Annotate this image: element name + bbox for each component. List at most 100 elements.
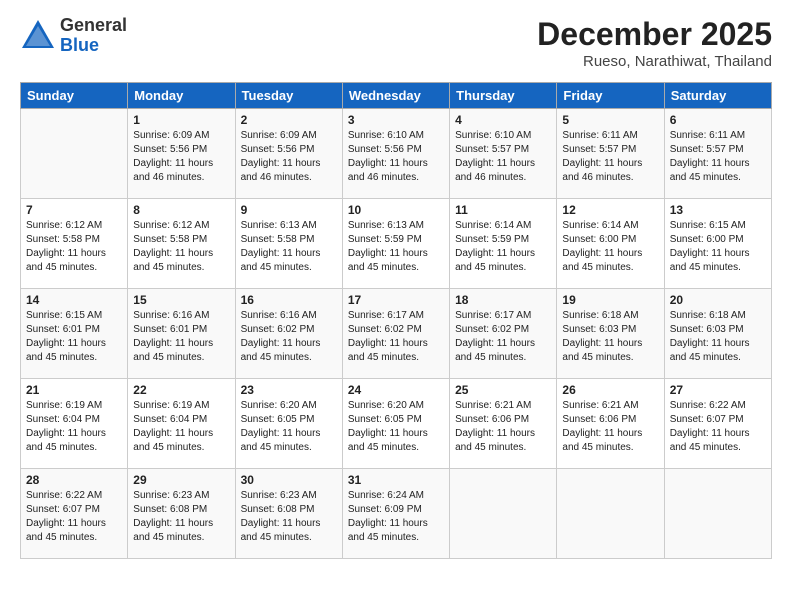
cell-info: Sunrise: 6:20 AM Sunset: 6:05 PM Dayligh… xyxy=(241,399,337,455)
calendar-cell: 9 Sunrise: 6:13 AM Sunset: 5:58 PM Daylig… xyxy=(235,199,342,289)
day-number: 18 xyxy=(455,293,551,307)
cell-info: Sunrise: 6:20 AM Sunset: 6:05 PM Dayligh… xyxy=(348,399,444,455)
cell-info: Sunrise: 6:16 AM Sunset: 6:02 PM Dayligh… xyxy=(241,309,337,365)
cell-info: Sunrise: 6:16 AM Sunset: 6:01 PM Dayligh… xyxy=(133,309,229,365)
calendar-cell: 28 Sunrise: 6:22 AM Sunset: 6:07 PM Dayli… xyxy=(21,469,128,559)
cell-info: Sunrise: 6:14 AM Sunset: 6:00 PM Dayligh… xyxy=(562,219,658,275)
weekday-header: Monday xyxy=(128,83,235,109)
calendar-cell: 11 Sunrise: 6:14 AM Sunset: 5:59 PM Dayli… xyxy=(450,199,557,289)
cell-info: Sunrise: 6:19 AM Sunset: 6:04 PM Dayligh… xyxy=(133,399,229,455)
day-number: 15 xyxy=(133,293,229,307)
calendar-cell: 24 Sunrise: 6:20 AM Sunset: 6:05 PM Dayli… xyxy=(342,379,449,469)
day-number: 26 xyxy=(562,383,658,397)
day-number: 16 xyxy=(241,293,337,307)
calendar-week-row: 14Sunrise: 6:15 AM Sunset: 6:01 PM Dayli… xyxy=(21,289,772,379)
cell-info: Sunrise: 6:18 AM Sunset: 6:03 PM Dayligh… xyxy=(562,309,658,365)
calendar-cell: 16 Sunrise: 6:16 AM Sunset: 6:02 PM Dayli… xyxy=(235,289,342,379)
weekday-header: Tuesday xyxy=(235,83,342,109)
calendar-cell: 22 Sunrise: 6:19 AM Sunset: 6:04 PM Dayli… xyxy=(128,379,235,469)
weekday-header: Friday xyxy=(557,83,664,109)
day-number: 21 xyxy=(26,383,122,397)
calendar-cell: 2Sunrise: 6:09 AM Sunset: 5:56 PM Daylig… xyxy=(235,109,342,199)
day-number: 28 xyxy=(26,473,122,487)
calendar-cell: 26 Sunrise: 6:21 AM Sunset: 6:06 PM Dayli… xyxy=(557,379,664,469)
day-number: 19 xyxy=(562,293,658,307)
day-number: 2 xyxy=(241,113,337,127)
weekday-header: Wednesday xyxy=(342,83,449,109)
calendar-cell xyxy=(664,469,771,559)
day-number: 30 xyxy=(241,473,337,487)
logo-blue: Blue xyxy=(60,36,127,56)
calendar-cell: 27Sunrise: 6:22 AM Sunset: 6:07 PM Dayli… xyxy=(664,379,771,469)
calendar-cell: 10Sunrise: 6:13 AM Sunset: 5:59 PM Dayli… xyxy=(342,199,449,289)
weekday-header: Sunday xyxy=(21,83,128,109)
calendar-cell: 5 Sunrise: 6:11 AM Sunset: 5:57 PM Daylig… xyxy=(557,109,664,199)
calendar-week-row: 21 Sunrise: 6:19 AM Sunset: 6:04 PM Dayli… xyxy=(21,379,772,469)
title-block: December 2025 Rueso, Narathiwat, Thailan… xyxy=(537,16,772,70)
cell-info: Sunrise: 6:14 AM Sunset: 5:59 PM Dayligh… xyxy=(455,219,551,275)
cell-info: Sunrise: 6:09 AM Sunset: 5:56 PM Dayligh… xyxy=(133,129,229,185)
cell-info: Sunrise: 6:18 AM Sunset: 6:03 PM Dayligh… xyxy=(670,309,766,365)
day-number: 11 xyxy=(455,203,551,217)
cell-info: Sunrise: 6:21 AM Sunset: 6:06 PM Dayligh… xyxy=(455,399,551,455)
day-number: 23 xyxy=(241,383,337,397)
day-number: 5 xyxy=(562,113,658,127)
calendar-table: SundayMondayTuesdayWednesdayThursdayFrid… xyxy=(20,82,772,559)
day-number: 7 xyxy=(26,203,122,217)
calendar-cell: 29 Sunrise: 6:23 AM Sunset: 6:08 PM Dayli… xyxy=(128,469,235,559)
location: Rueso, Narathiwat, Thailand xyxy=(537,53,772,70)
cell-info: Sunrise: 6:23 AM Sunset: 6:08 PM Dayligh… xyxy=(133,489,229,545)
calendar-cell: 25 Sunrise: 6:21 AM Sunset: 6:06 PM Dayli… xyxy=(450,379,557,469)
day-number: 29 xyxy=(133,473,229,487)
calendar-cell: 4 Sunrise: 6:10 AM Sunset: 5:57 PM Daylig… xyxy=(450,109,557,199)
calendar-cell: 15 Sunrise: 6:16 AM Sunset: 6:01 PM Dayli… xyxy=(128,289,235,379)
calendar-week-row: 7 Sunrise: 6:12 AM Sunset: 5:58 PM Daylig… xyxy=(21,199,772,289)
calendar-week-row: 28 Sunrise: 6:22 AM Sunset: 6:07 PM Dayli… xyxy=(21,469,772,559)
cell-info: Sunrise: 6:12 AM Sunset: 5:58 PM Dayligh… xyxy=(26,219,122,275)
calendar-cell xyxy=(450,469,557,559)
logo-icon xyxy=(20,18,56,54)
logo-text: General Blue xyxy=(60,16,127,56)
day-number: 6 xyxy=(670,113,766,127)
calendar-cell: 13 Sunrise: 6:15 AM Sunset: 6:00 PM Dayli… xyxy=(664,199,771,289)
day-number: 12 xyxy=(562,203,658,217)
day-number: 9 xyxy=(241,203,337,217)
cell-info: Sunrise: 6:21 AM Sunset: 6:06 PM Dayligh… xyxy=(562,399,658,455)
day-number: 24 xyxy=(348,383,444,397)
cell-info: Sunrise: 6:19 AM Sunset: 6:04 PM Dayligh… xyxy=(26,399,122,455)
calendar-cell xyxy=(557,469,664,559)
day-number: 27 xyxy=(670,383,766,397)
cell-info: Sunrise: 6:10 AM Sunset: 5:57 PM Dayligh… xyxy=(455,129,551,185)
weekday-header-row: SundayMondayTuesdayWednesdayThursdayFrid… xyxy=(21,83,772,109)
calendar-cell: 21 Sunrise: 6:19 AM Sunset: 6:04 PM Dayli… xyxy=(21,379,128,469)
cell-info: Sunrise: 6:22 AM Sunset: 6:07 PM Dayligh… xyxy=(26,489,122,545)
cell-info: Sunrise: 6:13 AM Sunset: 5:58 PM Dayligh… xyxy=(241,219,337,275)
cell-info: Sunrise: 6:15 AM Sunset: 6:01 PM Dayligh… xyxy=(26,309,122,365)
day-number: 17 xyxy=(348,293,444,307)
calendar-cell: 20 Sunrise: 6:18 AM Sunset: 6:03 PM Dayli… xyxy=(664,289,771,379)
logo-general: General xyxy=(60,16,127,36)
cell-info: Sunrise: 6:11 AM Sunset: 5:57 PM Dayligh… xyxy=(670,129,766,185)
day-number: 20 xyxy=(670,293,766,307)
calendar-cell: 6 Sunrise: 6:11 AM Sunset: 5:57 PM Daylig… xyxy=(664,109,771,199)
day-number: 4 xyxy=(455,113,551,127)
cell-info: Sunrise: 6:17 AM Sunset: 6:02 PM Dayligh… xyxy=(455,309,551,365)
cell-info: Sunrise: 6:15 AM Sunset: 6:00 PM Dayligh… xyxy=(670,219,766,275)
cell-info: Sunrise: 6:11 AM Sunset: 5:57 PM Dayligh… xyxy=(562,129,658,185)
calendar-cell: 14Sunrise: 6:15 AM Sunset: 6:01 PM Dayli… xyxy=(21,289,128,379)
calendar-cell xyxy=(21,109,128,199)
day-number: 13 xyxy=(670,203,766,217)
calendar-week-row: 1 Sunrise: 6:09 AM Sunset: 5:56 PM Daylig… xyxy=(21,109,772,199)
calendar-cell: 1 Sunrise: 6:09 AM Sunset: 5:56 PM Daylig… xyxy=(128,109,235,199)
day-number: 22 xyxy=(133,383,229,397)
calendar-cell: 31Sunrise: 6:24 AM Sunset: 6:09 PM Dayli… xyxy=(342,469,449,559)
day-number: 25 xyxy=(455,383,551,397)
calendar-cell: 17 Sunrise: 6:17 AM Sunset: 6:02 PM Dayli… xyxy=(342,289,449,379)
day-number: 1 xyxy=(133,113,229,127)
day-number: 31 xyxy=(348,473,444,487)
cell-info: Sunrise: 6:13 AM Sunset: 5:59 PM Dayligh… xyxy=(348,219,444,275)
calendar-cell: 7 Sunrise: 6:12 AM Sunset: 5:58 PM Daylig… xyxy=(21,199,128,289)
cell-info: Sunrise: 6:17 AM Sunset: 6:02 PM Dayligh… xyxy=(348,309,444,365)
day-number: 3 xyxy=(348,113,444,127)
calendar-cell: 8Sunrise: 6:12 AM Sunset: 5:58 PM Daylig… xyxy=(128,199,235,289)
